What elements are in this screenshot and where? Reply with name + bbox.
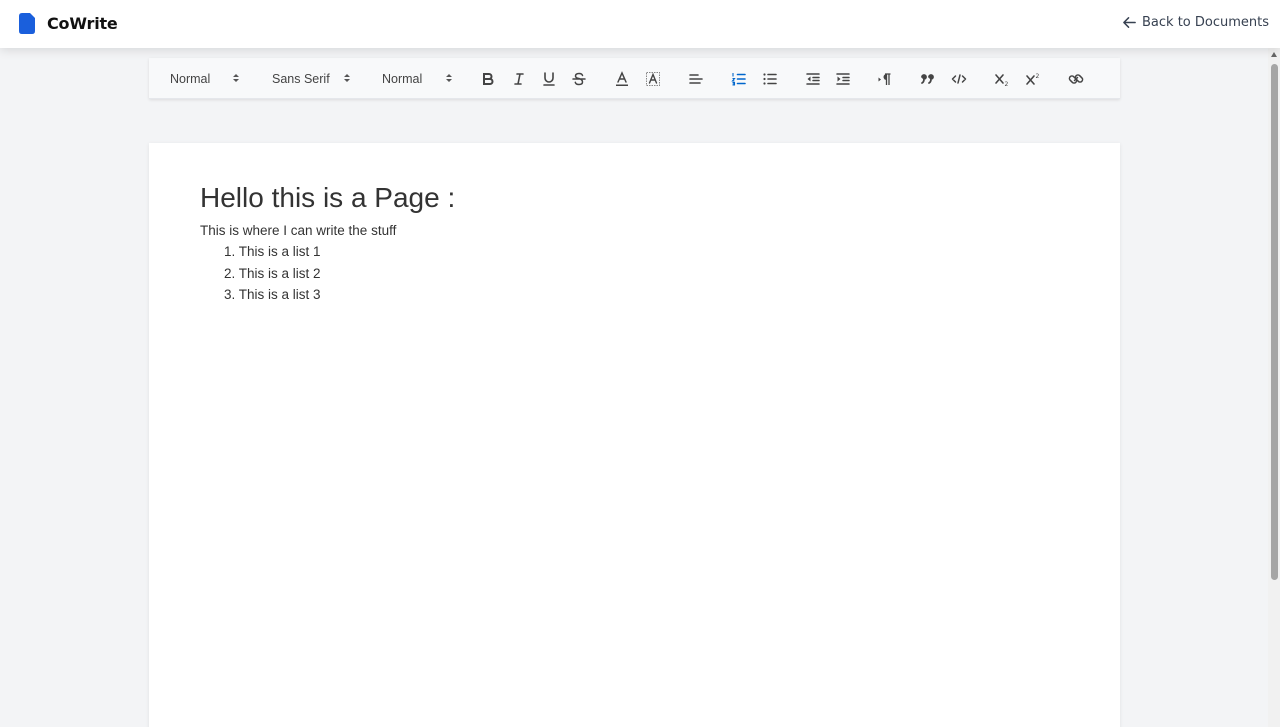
back-to-documents-link[interactable]: Back to Documents	[1122, 15, 1269, 30]
page-scrollbar[interactable]	[1268, 48, 1280, 727]
code-block-icon	[951, 73, 967, 84]
document-page[interactable]: Hello this is a Page : This is where I c…	[149, 143, 1120, 727]
text-direction-icon	[878, 72, 891, 85]
list-item[interactable]: 3. This is a list 3	[224, 287, 321, 309]
strikethrough-button[interactable]	[570, 58, 588, 99]
text-color-button[interactable]	[613, 58, 631, 99]
blockquote-button[interactable]	[919, 58, 937, 99]
document-logo-icon	[19, 13, 35, 34]
italic-icon	[514, 72, 524, 85]
text-color-icon	[616, 70, 628, 86]
scroll-thumb[interactable]	[1271, 64, 1278, 580]
size-picker[interactable]: Normal	[382, 58, 453, 99]
picker-arrows-icon	[344, 74, 350, 82]
header-picker-label: Normal	[170, 71, 211, 86]
link-button[interactable]	[1067, 58, 1085, 99]
background-color-icon	[646, 71, 660, 86]
size-picker-label: Normal	[382, 71, 423, 86]
editor-toolbar: Normal Sans Serif Normal 2 2	[149, 58, 1120, 99]
italic-button[interactable]	[510, 58, 528, 99]
list-item[interactable]: 1. This is a list 1	[224, 244, 321, 266]
bullet-list-button[interactable]	[761, 58, 779, 99]
bold-button[interactable]	[479, 58, 497, 99]
text-direction-button[interactable]	[876, 58, 894, 99]
ordered-list: 1. This is a list 1 2. This is a list 2 …	[224, 244, 321, 309]
indent-button[interactable]	[834, 58, 852, 99]
bullet-list-icon	[763, 72, 777, 85]
arrow-left-icon	[1123, 17, 1136, 28]
header-picker[interactable]: Normal	[170, 58, 240, 99]
bold-icon	[483, 72, 494, 85]
superscript-button[interactable]: 2	[1024, 58, 1042, 99]
indent-icon	[836, 72, 850, 85]
svg-text:2: 2	[1005, 81, 1009, 88]
top-bar: CoWrite Back to Documents	[0, 0, 1280, 48]
ordered-list-icon	[731, 72, 746, 86]
back-to-documents-label: Back to Documents	[1142, 15, 1269, 30]
picker-arrows-icon	[446, 74, 452, 82]
outdent-icon	[806, 72, 820, 85]
superscript-icon: 2	[1026, 73, 1040, 85]
code-block-button[interactable]	[950, 58, 968, 99]
ordered-list-button[interactable]	[730, 58, 748, 99]
font-picker-label: Sans Serif	[272, 71, 330, 86]
align-icon	[689, 73, 703, 84]
document-paragraph[interactable]: This is where I can write the stuff	[200, 223, 396, 238]
document-heading[interactable]: Hello this is a Page :	[200, 182, 455, 214]
align-button[interactable]	[687, 58, 705, 99]
blockquote-icon	[921, 73, 934, 84]
font-picker[interactable]: Sans Serif	[272, 58, 351, 99]
underline-icon	[543, 71, 555, 86]
underline-button[interactable]	[540, 58, 558, 99]
svg-text:2: 2	[1036, 73, 1040, 80]
subscript-button[interactable]: 2	[993, 58, 1011, 99]
app-title: CoWrite	[47, 14, 118, 33]
list-item[interactable]: 2. This is a list 2	[224, 266, 321, 288]
picker-arrows-icon	[233, 74, 239, 82]
subscript-icon: 2	[995, 73, 1009, 88]
scroll-up-arrow-icon[interactable]	[1271, 52, 1277, 57]
outdent-button[interactable]	[804, 58, 822, 99]
link-icon	[1068, 73, 1084, 84]
background-color-button[interactable]	[644, 58, 662, 99]
strikethrough-icon	[572, 72, 586, 85]
